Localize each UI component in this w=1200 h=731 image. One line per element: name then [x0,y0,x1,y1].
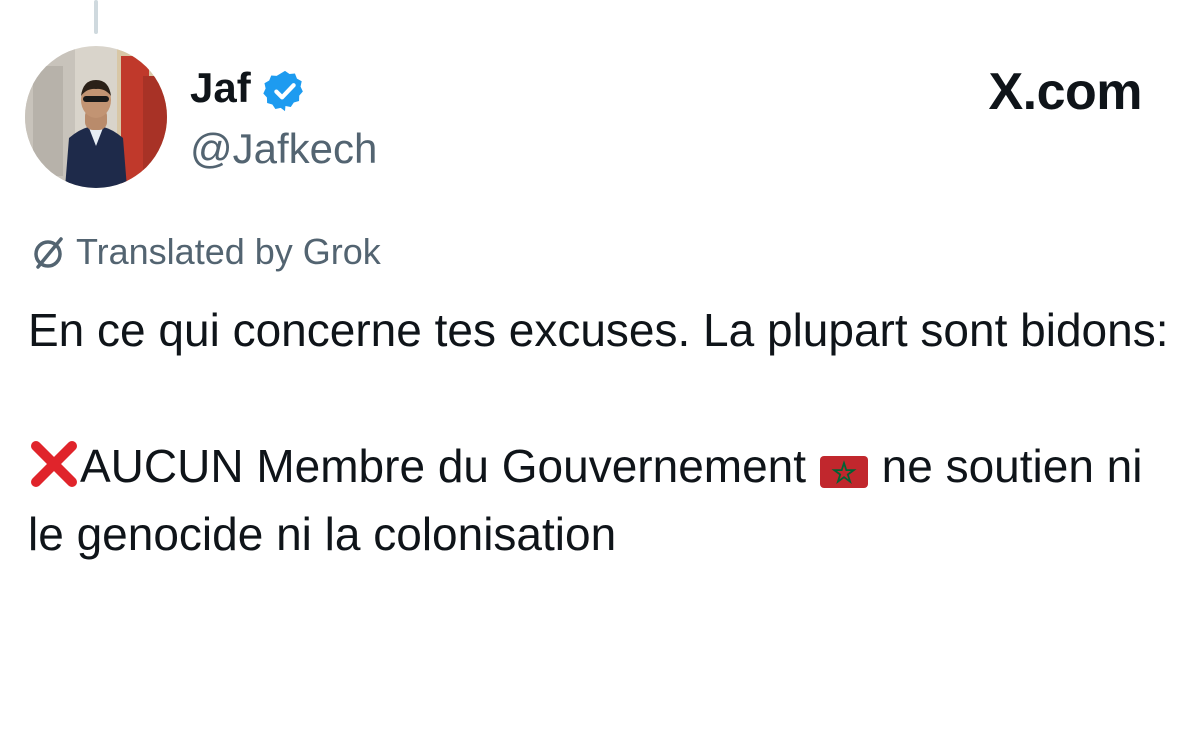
author-avatar[interactable] [25,46,167,188]
red-cross-mark-emoji [31,441,77,487]
tweet-body: En ce qui concerne tes excuses. La plupa… [28,296,1178,568]
grok-slashed-circle-icon [34,237,63,269]
thread-connector-line [94,0,98,34]
author-handle[interactable]: @Jafkech [190,121,377,177]
translation-notice[interactable]: Translated by Grok [28,228,381,276]
morocco-flag-emoji [819,456,868,488]
site-logo: X.com [988,63,1142,121]
tweet-line-intro: En ce qui concerne tes excuses. La plupa… [28,304,1169,356]
author-name[interactable]: Jaf [190,60,251,116]
item-text-before-flag: AUCUN Membre du Gouvernement [80,440,807,492]
tweet-line-item: AUCUN Membre du Gouvernement ne soutien … [28,432,1178,568]
verified-badge-icon [263,70,303,112]
translation-label: Translated by Grok [76,231,381,272]
avatar-photo [25,46,167,188]
